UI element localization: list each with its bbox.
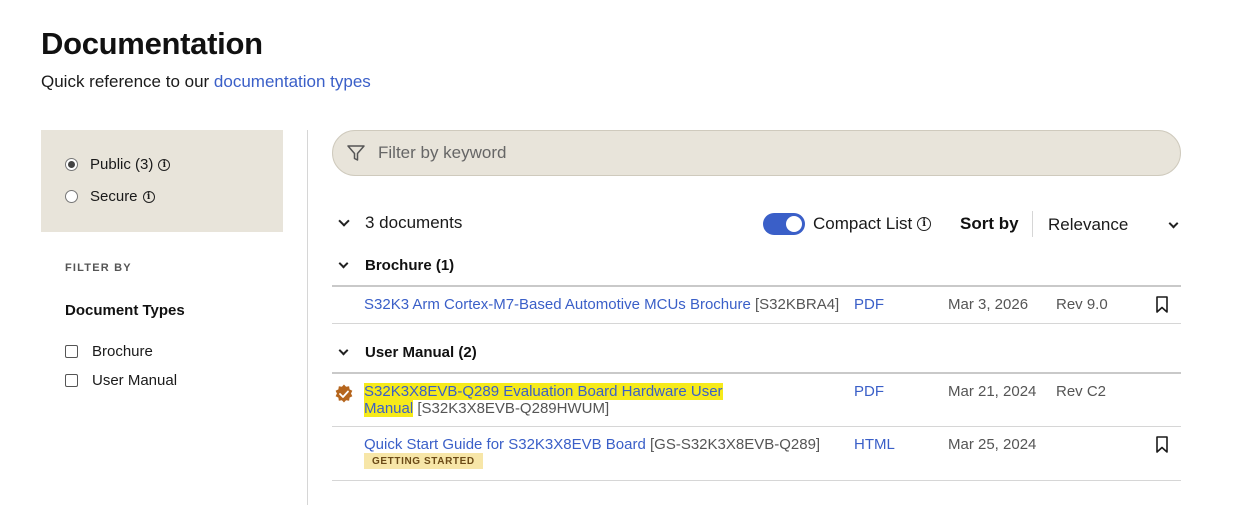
row-divider [332, 426, 1181, 427]
group-divider [332, 372, 1181, 374]
brochure-label: Brochure [92, 343, 153, 360]
chevron-down-icon [338, 215, 350, 227]
group-divider [332, 285, 1181, 287]
bookmark-icon[interactable] [1156, 296, 1168, 313]
sort-value: Relevance [1048, 215, 1129, 234]
document-title[interactable]: S32K3 Arm Cortex-M7-Based Automotive MCU… [364, 296, 839, 313]
filter-user-manual[interactable]: User Manual [65, 372, 177, 389]
documentation-types-link[interactable]: documentation types [214, 72, 371, 91]
document-title[interactable]: Quick Start Guide for S32K3X8EVB Board [… [364, 436, 820, 453]
sort-divider [1032, 211, 1033, 237]
document-title-text[interactable]: Quick Start Guide for S32K3X8EVB Board [364, 436, 646, 453]
access-option-secure[interactable]: Secure i [65, 188, 155, 205]
bookmark-icon[interactable] [1156, 436, 1168, 453]
page-subtitle: Quick reference to our documentation typ… [41, 72, 371, 92]
compact-list-label: Compact List [813, 214, 913, 233]
document-date: Mar 25, 2024 [948, 436, 1037, 453]
document-title[interactable]: S32K3X8EVB-Q289 Evaluation Board Hardwar… [364, 383, 844, 417]
group-title: Brochure (1) [365, 257, 455, 274]
results-count: 3 documents [365, 213, 463, 232]
document-format-link[interactable]: PDF [854, 383, 884, 400]
chevron-down-icon [338, 258, 349, 269]
column-divider [307, 130, 308, 505]
subtitle-text: Quick reference to our [41, 72, 214, 91]
brochure-checkbox[interactable] [65, 345, 78, 358]
row-divider [332, 480, 1181, 481]
document-date: Mar 3, 2026 [948, 296, 1029, 313]
group-header-brochure[interactable]: Brochure (1) [338, 257, 455, 274]
user-manual-label: User Manual [92, 372, 178, 389]
chevron-down-icon [338, 345, 349, 356]
document-title-line1[interactable]: S32K3X8EVB-Q289 Evaluation Board Hardwar… [364, 383, 723, 400]
keyword-filter-box[interactable] [332, 130, 1181, 176]
secure-label: Secure [90, 188, 138, 205]
document-revision: Rev C2 [1056, 383, 1107, 400]
document-format-link[interactable]: PDF [854, 296, 884, 313]
document-title-line2[interactable]: Manual [364, 400, 414, 417]
user-manual-checkbox[interactable] [65, 374, 78, 387]
access-option-public[interactable]: Public (3) i [65, 156, 171, 173]
getting-started-tag: GETTING STARTED [364, 453, 483, 469]
access-level-panel: Public (3) i Secure i [41, 130, 283, 232]
filter-by-label: FILTER BY [65, 262, 132, 274]
results-count-toggle[interactable]: 3 documents [338, 213, 463, 233]
compact-list: Compact List i [813, 214, 932, 234]
info-icon[interactable]: i [142, 190, 155, 203]
document-date: Mar 21, 2024 [948, 383, 1037, 400]
row-divider [332, 323, 1181, 324]
compact-list-toggle[interactable] [763, 213, 805, 235]
chevron-down-icon [1168, 218, 1179, 228]
secure-radio[interactable] [65, 190, 78, 203]
group-title: User Manual (2) [365, 344, 477, 361]
document-title-text[interactable]: S32K3 Arm Cortex-M7-Based Automotive MCU… [364, 296, 751, 313]
info-icon[interactable]: i [158, 158, 171, 171]
document-types-heading: Document Types [65, 302, 185, 319]
public-label: Public (3) [90, 156, 154, 173]
info-icon[interactable]: i [917, 217, 932, 231]
document-code: [S32K3X8EVB-Q289HWUM] [417, 400, 610, 417]
document-code: [GS-S32K3X8EVB-Q289] [650, 436, 821, 453]
verified-badge-icon [335, 384, 353, 403]
document-format-link[interactable]: HTML [854, 436, 895, 453]
filter-icon [347, 145, 365, 161]
group-header-user-manual[interactable]: User Manual (2) [338, 344, 477, 361]
page-title: Documentation [41, 26, 263, 61]
sort-select[interactable]: Relevance [1048, 215, 1180, 235]
public-radio[interactable] [65, 158, 78, 171]
filter-brochure[interactable]: Brochure [65, 343, 153, 360]
document-code: [S32KBRA4] [755, 296, 840, 313]
sort-by-label: Sort by [960, 214, 1019, 233]
keyword-filter-input[interactable] [378, 143, 1138, 163]
document-revision: Rev 9.0 [1056, 296, 1108, 313]
